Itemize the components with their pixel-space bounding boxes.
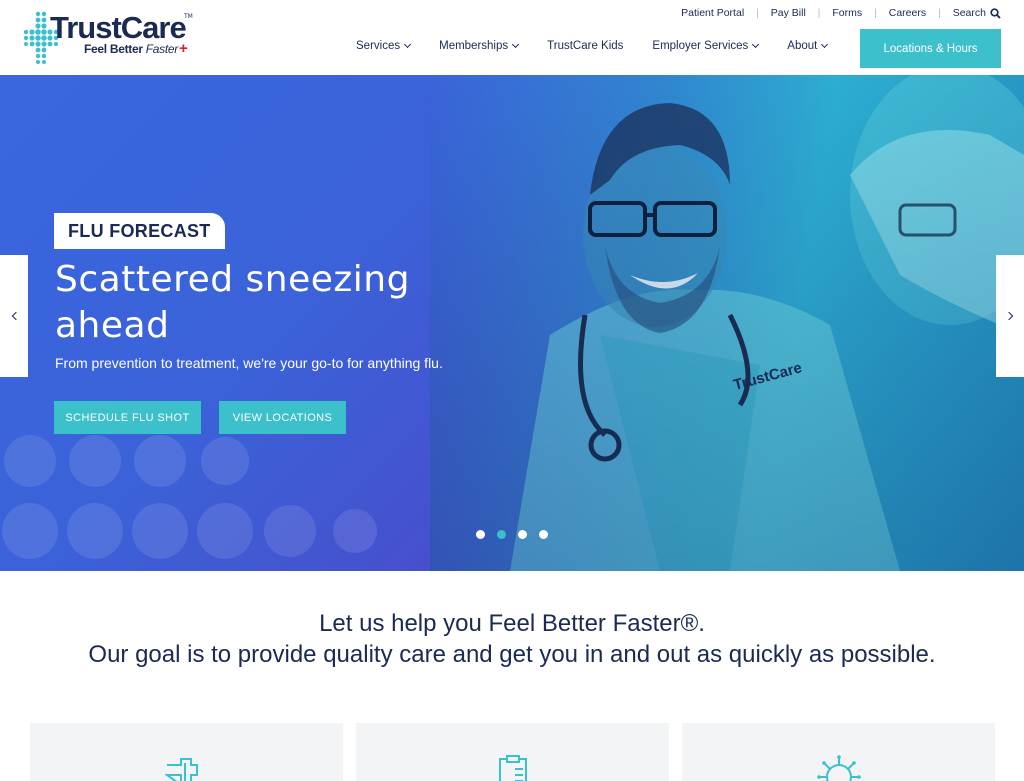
nav-item-employer-services[interactable]: Employer Services — [652, 40, 760, 52]
chevron-down-icon — [821, 40, 829, 49]
chevron-down-icon — [404, 40, 412, 49]
nav-label: About — [787, 40, 818, 52]
nav-item-trustcare-kids[interactable]: TrustCare Kids — [547, 40, 623, 52]
service-card-2[interactable] — [356, 723, 669, 781]
util-link-patient-portal[interactable]: Patient Portal — [681, 7, 744, 19]
nav-label: Employer Services — [652, 40, 749, 52]
util-divider: | — [756, 7, 759, 19]
hero-title: Scattered sneezing ahead — [55, 257, 495, 349]
nav-label: Services — [356, 40, 401, 52]
view-locations-button[interactable]: VIEW LOCATIONS — [219, 401, 346, 434]
nav-item-about[interactable]: About — [787, 40, 829, 52]
util-link-forms[interactable]: Forms — [832, 7, 862, 19]
intro-line2: Our goal is to provide quality care and … — [88, 641, 936, 668]
util-divider: | — [938, 7, 941, 19]
red-plus-icon: + — [179, 40, 188, 57]
logo-tagline: Feel Better Faster+ — [84, 40, 188, 57]
carousel-dot-3[interactable] — [518, 530, 527, 539]
logo-trademark: TM — [184, 13, 193, 20]
medical-cross-icon — [164, 758, 198, 781]
service-card-1[interactable] — [30, 723, 343, 781]
dot-pattern-decoration — [2, 435, 377, 559]
hero-photo-doctor: TrustCare — [430, 75, 1024, 571]
util-divider: | — [817, 7, 821, 19]
logo-tagline-bold: Feel Better — [84, 42, 143, 56]
chevron-down-icon — [752, 40, 760, 49]
nav-item-memberships[interactable]: Memberships — [439, 40, 520, 52]
nav-item-services[interactable]: Services — [356, 40, 412, 52]
intro-line1: Let us help you Feel Better Faster®. — [319, 610, 705, 637]
hero-photo-overlay — [430, 75, 1024, 571]
chevron-right-icon — [1004, 311, 1013, 321]
main-nav: Services Memberships TrustCare Kids Empl… — [356, 40, 856, 52]
search-label: Search — [952, 7, 986, 19]
clipboard-icon — [498, 755, 527, 781]
chevron-down-icon — [512, 40, 520, 49]
search-link[interactable]: Search — [953, 7, 1001, 19]
locations-hours-button[interactable]: Locations & Hours — [860, 29, 1001, 68]
carousel-pagination — [476, 530, 548, 539]
util-divider: | — [874, 7, 877, 19]
virus-icon — [816, 755, 861, 781]
util-link-careers[interactable]: Careers — [889, 7, 926, 19]
carousel-dot-4[interactable] — [539, 530, 548, 539]
carousel-prev-button[interactable] — [0, 255, 28, 377]
search-icon — [990, 7, 1001, 19]
chevron-left-icon — [11, 311, 20, 321]
site-header: TrustCare TM Feel Better Faster+ Patient… — [0, 0, 1024, 75]
utility-nav: Patient Portal | Pay Bill | Forms | Care… — [681, 6, 1001, 20]
nav-label: TrustCare Kids — [547, 40, 624, 52]
schedule-flu-shot-button[interactable]: SCHEDULE FLU SHOT — [54, 401, 201, 434]
hero-title-line2: ahead — [55, 305, 170, 346]
intro-heading: Let us help you Feel Better Faster®. Our… — [0, 608, 1024, 670]
hero-subtitle: From prevention to treatment, we're your… — [55, 355, 443, 371]
hero-carousel: TrustCare FLU FORECAST Scattered sneezin… — [0, 75, 1024, 571]
hero-title-line1: Scattered sneezing — [55, 259, 410, 300]
trustcare-logo[interactable]: TrustCare TM Feel Better Faster+ — [22, 10, 193, 68]
nav-label: Memberships — [439, 40, 509, 52]
service-card-3[interactable] — [682, 723, 995, 781]
util-link-pay-bill[interactable]: Pay Bill — [771, 7, 806, 19]
carousel-next-button[interactable] — [996, 255, 1024, 377]
logo-tagline-italic: Faster — [145, 42, 179, 56]
carousel-dot-2[interactable] — [497, 530, 506, 539]
hero-tag-flu-forecast: FLU FORECAST — [54, 213, 225, 249]
carousel-dot-1[interactable] — [476, 530, 485, 539]
